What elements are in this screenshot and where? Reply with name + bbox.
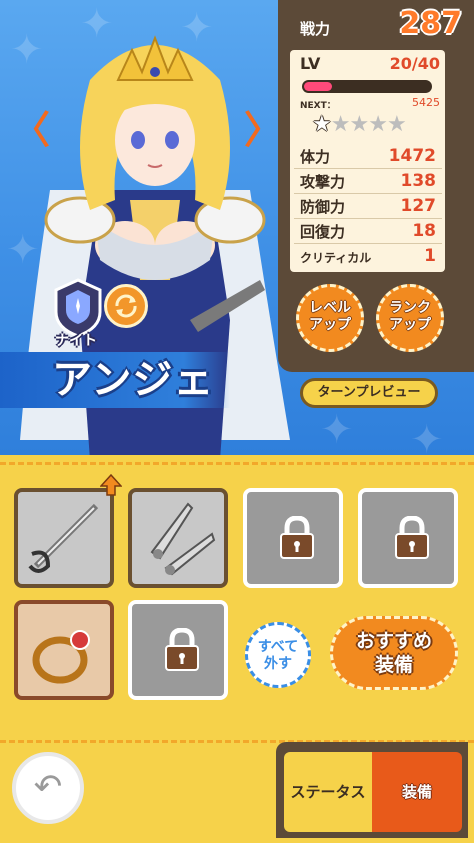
star-empty-icon: ★ (330, 112, 351, 137)
recommended-equip-label: 装備 (374, 654, 413, 676)
stat-name: クリティカル (300, 251, 372, 265)
stat-value: 1472 (388, 146, 436, 166)
next-character-arrow[interactable]: 〉 (244, 110, 282, 150)
unequip-all-label: すべて (257, 639, 299, 655)
level-up-button[interactable]: レベル アップ (296, 284, 364, 352)
lock-icon (395, 516, 429, 559)
star-empty-icon: ★ (349, 112, 369, 137)
equip-slot-locked (243, 488, 343, 588)
stat-name: 回復力 (300, 223, 346, 241)
equip-slot-offhand[interactable] (128, 488, 228, 588)
equip-slot-locked (358, 488, 458, 588)
star-empty-icon: ★ (368, 112, 388, 137)
knight-class-icon (54, 278, 102, 338)
stat-name: 攻撃力 (300, 173, 346, 191)
level-label: LV (300, 54, 321, 73)
star-empty-icon: ★ (386, 112, 407, 137)
unequip-all-label: 外す (264, 656, 292, 672)
recommended-equip-label: おすすめ (355, 630, 432, 652)
undo-arrow-icon: ↶ (33, 767, 63, 807)
rank-up-button[interactable]: ランク アップ (376, 284, 444, 352)
stat-value: 138 (400, 171, 437, 191)
upgrade-arrow-icon (100, 474, 122, 496)
level-value: 20/40 (389, 54, 440, 73)
equip-slot-weapon[interactable] (14, 488, 114, 588)
unequip-all-button[interactable]: すべて 外す (245, 622, 311, 688)
equip-slot-locked (128, 600, 228, 700)
next-exp-value: 5425 (412, 96, 440, 109)
refresh-icon (115, 294, 137, 318)
rank-up-label: ランク (389, 300, 431, 316)
stat-row-recovery: 回復力 18 (294, 219, 442, 244)
next-label: NEXT： (300, 101, 336, 111)
stat-value: 127 (400, 196, 437, 216)
level-up-label: レベル (309, 300, 351, 316)
stat-row-hp: 体力 1472 (294, 144, 442, 169)
swap-button[interactable] (104, 284, 148, 328)
star-decoration: ✦ (320, 407, 354, 453)
rapier-icon (28, 503, 99, 573)
recommended-equip-button[interactable]: おすすめ 装備 (330, 616, 458, 690)
stat-name: 体力 (300, 148, 331, 166)
rank-up-label: アップ (389, 317, 431, 333)
stat-row-attack: 攻撃力 138 (294, 169, 442, 194)
ring-icon (32, 630, 90, 684)
level-up-label: アップ (309, 317, 351, 333)
stat-row-critical: クリティカル 1 (294, 244, 442, 268)
rank-stars: ★★★★★ (312, 112, 407, 137)
star-filled-icon: ★ (312, 112, 332, 137)
stat-value: 1 (424, 246, 436, 266)
tab-status[interactable]: ステータス (284, 752, 372, 832)
tab-equip[interactable]: 装備 (372, 752, 462, 832)
stat-row-defense: 防御力 127 (294, 194, 442, 219)
prev-character-arrow[interactable]: 〈 (12, 110, 50, 150)
divider (0, 462, 474, 465)
stat-value: 18 (412, 221, 436, 241)
back-button[interactable]: ↶ (12, 752, 84, 824)
exp-bar-fill (304, 82, 332, 91)
equip-slot-accessory[interactable] (14, 600, 114, 700)
character-name: アンジェ (52, 357, 215, 403)
lock-icon (165, 628, 199, 671)
turn-preview-button[interactable]: ターンプレビュー (300, 378, 438, 408)
power-value: 287 (399, 6, 462, 41)
star-decoration: ✦ (410, 417, 444, 455)
power-label: 戦力 (300, 20, 331, 38)
class-label: ナイト (55, 333, 97, 349)
stat-name: 防御力 (300, 198, 346, 216)
twin-daggers-icon (150, 502, 216, 576)
lock-icon (280, 516, 314, 559)
